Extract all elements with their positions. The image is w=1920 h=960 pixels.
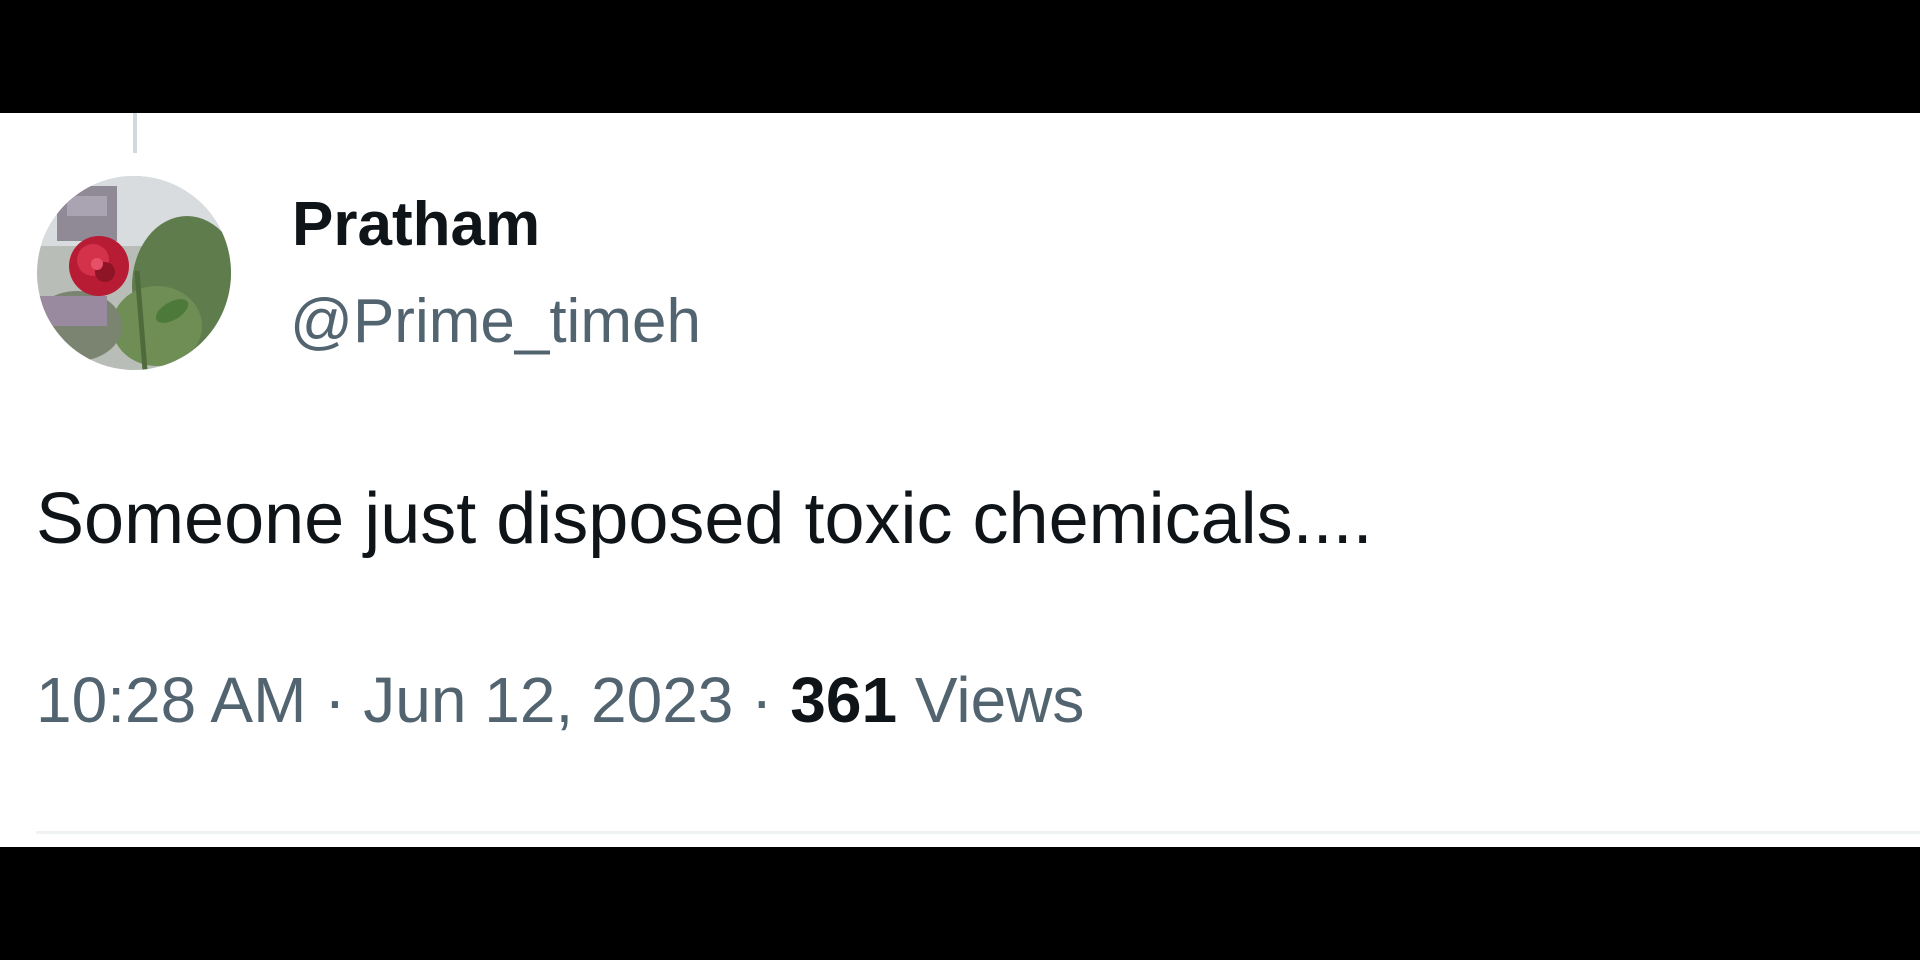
avatar[interactable]: [37, 176, 231, 370]
letterbox-bottom: [0, 847, 1920, 960]
tweet-time: 10:28 AM: [36, 664, 307, 736]
tweet-text: Someone just disposed toxic chemicals...…: [36, 479, 1373, 559]
rose-flower-avatar-icon: [37, 176, 231, 370]
author-handle[interactable]: @Prime_timeh: [290, 286, 701, 357]
views-count: 361: [790, 664, 898, 736]
tweet-divider: [36, 831, 1920, 834]
thread-connector-line: [133, 113, 137, 153]
meta-separator: ·: [324, 664, 346, 736]
letterbox-top: [0, 0, 1920, 113]
tweet-card: Pratham @Prime_timeh Someone just dispos…: [0, 113, 1920, 847]
views-stat[interactable]: 361 Views: [790, 664, 1084, 736]
meta-separator: ·: [751, 664, 773, 736]
author-display-name[interactable]: Pratham: [292, 189, 540, 260]
tweet-metadata: 10:28 AM · Jun 12, 2023 · 361 Views: [36, 663, 1084, 737]
tweet-date: Jun 12, 2023: [363, 664, 734, 736]
tweet-time-link[interactable]: 10:28 AM · Jun 12, 2023: [36, 664, 733, 736]
views-label: Views: [914, 664, 1085, 736]
